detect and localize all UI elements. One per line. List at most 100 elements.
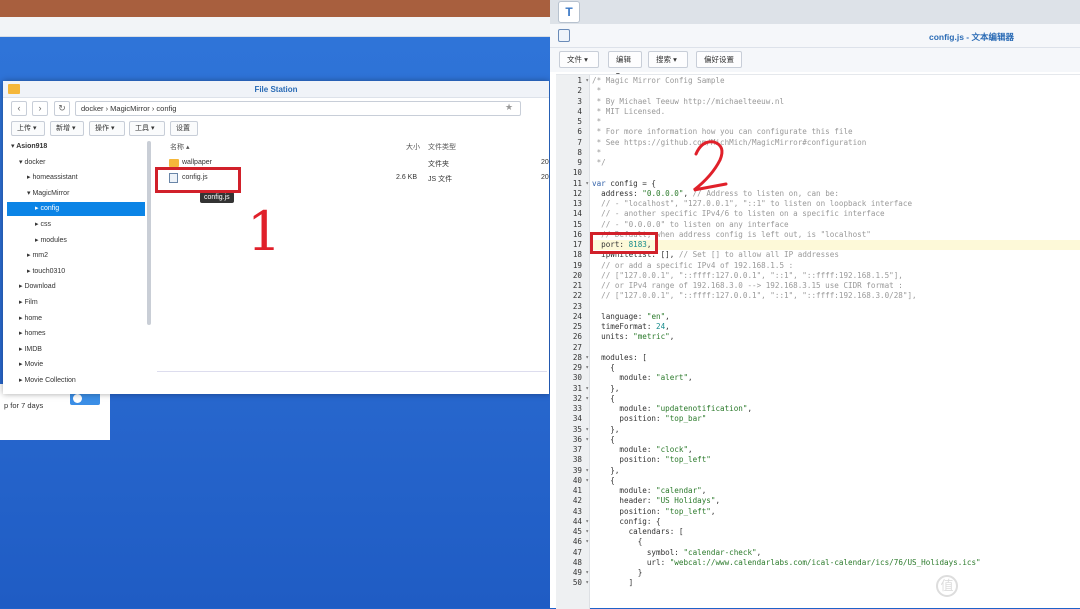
code-line: { — [592, 476, 615, 486]
current-line-highlight — [591, 240, 1080, 251]
tree-item[interactable]: ▸ IMDB — [7, 343, 145, 357]
code-token: "US Holidays" — [656, 496, 716, 506]
line-number: 34 — [572, 414, 582, 424]
code-token: config = { — [605, 178, 657, 188]
file-station-toolbar: 上传 ▾ 新增 ▾ 操作 ▾ 工具 ▾ 设置 — [3, 120, 549, 138]
back-button[interactable]: ‹ — [11, 101, 27, 116]
tree-item[interactable]: ▸ home — [7, 312, 145, 326]
code-token: , — [669, 332, 675, 342]
code-token: , — [756, 547, 762, 557]
column-header-name[interactable]: 名称 ▴ — [170, 142, 189, 152]
tree-item[interactable]: ▸ touch0310 — [7, 265, 145, 279]
code-line: { — [592, 394, 615, 404]
line-number: 25 — [572, 322, 582, 331]
line-number: 28 — [556, 353, 590, 364]
code-line: // - "localhost", "127.0.0.1", "::1" to … — [592, 199, 912, 209]
tree-item[interactable]: ▾ MagicMirror — [7, 187, 145, 201]
line-number: 38 — [572, 455, 582, 465]
editor-menu-button[interactable]: 文件 ▾ — [559, 51, 599, 68]
tree-item[interactable]: ▾ docker — [7, 156, 145, 170]
tree-item[interactable]: ▸ mm2 — [7, 249, 145, 263]
file-row-name[interactable]: wallpaper — [182, 159, 212, 166]
line-number: 17 — [572, 240, 582, 249]
code-token: module: — [592, 404, 657, 413]
forward-button[interactable]: › — [32, 101, 48, 116]
text-editor-window: T config.js - 文本编辑器 文件 ▾编辑 ▾搜索 ▾偏好设置 123… — [550, 0, 1080, 609]
editor-menu-button[interactable]: 搜索 ▾ — [648, 51, 688, 68]
tree-item[interactable]: ▸ Movie — [7, 358, 145, 372]
column-header-type[interactable]: 文件类型 — [428, 142, 456, 152]
code-line: position: "top_left", — [592, 507, 715, 517]
toolbar-button[interactable]: 工具 ▾ — [129, 121, 165, 136]
toolbar-button[interactable]: 操作 ▾ — [89, 121, 125, 136]
annotation-box-config-file — [155, 167, 241, 193]
code-line: modules: [ — [592, 353, 647, 363]
line-number: 42 — [572, 496, 582, 506]
editor-app-strip: T — [550, 0, 1080, 24]
code-token: { — [592, 475, 615, 485]
text-editor-app-icon[interactable]: T — [558, 1, 580, 23]
code-token: position: — [592, 455, 666, 465]
code-line: // - another specific IPv4/6 to listen o… — [592, 209, 884, 219]
code-token: , — [747, 404, 753, 413]
folder-icon — [169, 159, 179, 167]
toolbar-button[interactable]: 设置 — [170, 121, 198, 136]
tree-item[interactable]: ▸ modules — [7, 234, 145, 248]
code-token: , — [688, 445, 693, 454]
code-token: language: — [592, 311, 647, 321]
code-token: "alert" — [656, 373, 689, 383]
refresh-button[interactable]: ↻ — [54, 101, 70, 116]
code-line: module: "calendar", — [592, 486, 706, 496]
tree-item[interactable]: ▸ homeassistant — [7, 171, 145, 185]
code-line: */ — [592, 158, 606, 168]
line-number: 1 — [556, 76, 590, 87]
line-number: 23 — [572, 301, 582, 311]
code-line: // or add a specific IPv4 of 192.168.1.5… — [592, 261, 793, 271]
toolbar-button[interactable]: 新增 ▾ — [50, 121, 84, 136]
editor-menu-button[interactable]: 编辑 ▾ — [608, 51, 642, 79]
line-number: 18 — [572, 250, 582, 260]
code-line: } — [592, 568, 643, 578]
code-area[interactable]: 1234567891011121314151617181920212223242… — [556, 74, 1080, 609]
annotation-box-port — [590, 232, 658, 254]
code-token: , — [665, 311, 670, 321]
tree-item[interactable]: ▸ homes — [7, 327, 145, 341]
line-number: 21 — [572, 281, 582, 290]
line-number: 3 — [577, 96, 582, 106]
line-number: 15 — [572, 219, 582, 229]
code-token: "top_left" — [665, 506, 711, 516]
file-list-divider — [157, 371, 547, 372]
code-token: * — [592, 86, 602, 96]
tree-item[interactable]: ▾ Asion918 — [7, 140, 145, 154]
code-line: module: "alert", — [592, 373, 692, 383]
editor-menu-button[interactable]: 偏好设置 — [696, 51, 742, 68]
code-token: }, — [592, 424, 620, 434]
code-token: { — [592, 363, 615, 372]
navigation-row: ‹ › ↻ docker › MagicMirror › config ★ — [3, 98, 549, 120]
watermark-logo-icon: 值 — [936, 575, 958, 597]
line-number: 41 — [572, 486, 582, 495]
line-number: 19 — [572, 260, 582, 270]
line-number: 50 — [556, 578, 590, 589]
code-token: "0.0.0.0" — [642, 188, 684, 198]
code-line: * For more information how you can confi… — [592, 127, 853, 137]
column-header-size[interactable]: 大小 — [406, 142, 420, 152]
favorite-star-icon[interactable]: ★ — [505, 102, 513, 113]
line-number: 2 — [577, 86, 582, 96]
tree-item[interactable]: ▸ Movie Collection — [7, 374, 145, 388]
code-token: } — [592, 568, 643, 577]
code-line: { — [592, 537, 643, 547]
tree-item[interactable]: ▸ Film — [7, 296, 145, 310]
line-number: 36 — [556, 435, 590, 446]
file-row-date: 20 — [541, 159, 549, 166]
tree-item[interactable]: ▸ Download — [7, 280, 145, 294]
file-row-type: JS 文件 — [428, 176, 453, 183]
tree-scrollbar[interactable] — [147, 141, 151, 325]
tree-item[interactable]: ▸ config — [7, 202, 145, 217]
tree-item[interactable]: ▸ css — [7, 218, 145, 232]
code-line: // or IPv4 range of 192.168.3.0 --> 192.… — [592, 281, 903, 291]
toolbar-button[interactable]: 上传 ▾ — [11, 121, 45, 136]
path-bar[interactable]: docker › MagicMirror › config — [75, 101, 521, 116]
code-line: url: "webcal://www.calendarlabs.com/ical… — [592, 558, 981, 568]
code-line: units: "metric", — [592, 332, 674, 342]
